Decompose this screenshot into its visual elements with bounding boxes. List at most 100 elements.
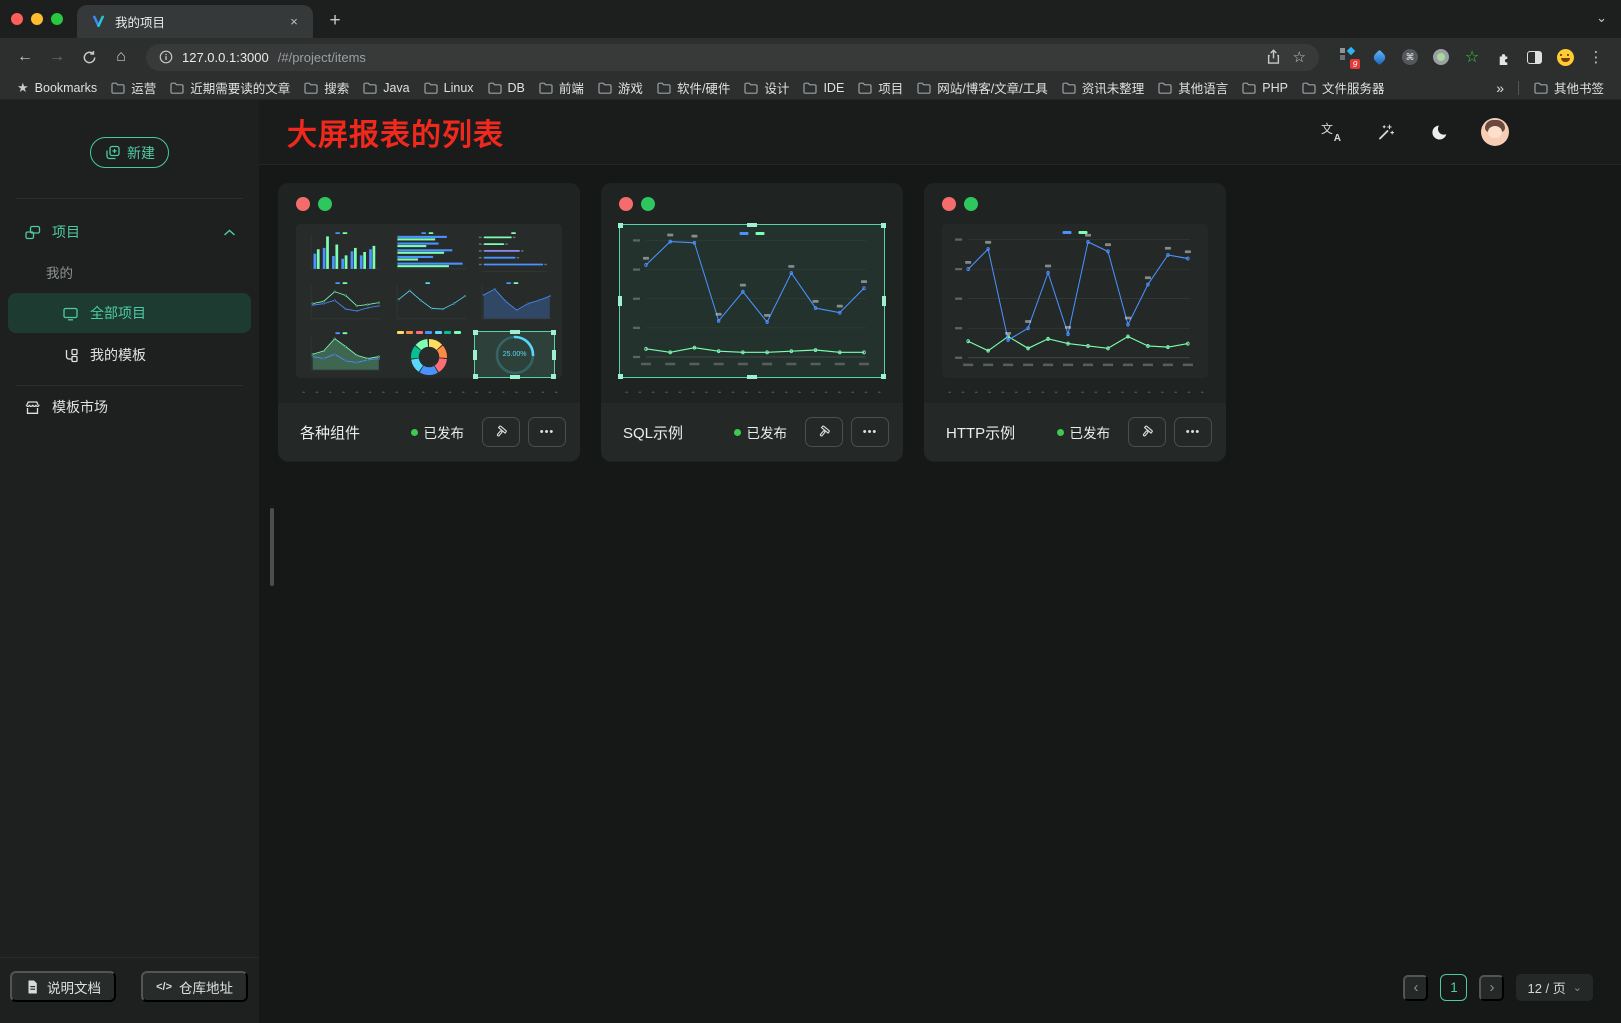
mini-line-chart bbox=[303, 281, 384, 326]
language-translate-icon[interactable]: 文A bbox=[1319, 120, 1343, 144]
prev-page-button[interactable]: ‹ bbox=[1403, 975, 1428, 1001]
add-new-icon bbox=[104, 144, 121, 161]
other-bookmarks-folder[interactable]: 其他书签 bbox=[1527, 76, 1611, 99]
ellipsis-icon: ••• bbox=[540, 426, 555, 438]
forward-icon[interactable]: → bbox=[44, 44, 70, 70]
hammer-icon bbox=[1139, 424, 1155, 440]
tab-close-icon[interactable]: × bbox=[285, 13, 303, 31]
browser-tab[interactable]: 我的项目 × bbox=[77, 5, 313, 38]
new-project-button[interactable]: 新建 bbox=[90, 137, 169, 168]
bookmarks-divider bbox=[1518, 81, 1519, 95]
bookmark-folder[interactable]: IDE bbox=[796, 79, 851, 97]
project-card[interactable]: HTTP示例 已发布 ••• bbox=[924, 183, 1226, 462]
edit-workbench-button[interactable] bbox=[482, 417, 520, 447]
docs-button[interactable]: 说明文档 bbox=[10, 971, 116, 1002]
project-card[interactable]: 25.00% 各种组件 已发布 ••• bbox=[278, 183, 580, 462]
bookmark-folder-label: PHP bbox=[1262, 81, 1288, 95]
extension-command-icon[interactable]: ⌘ bbox=[1401, 48, 1419, 66]
mini-bar-chart bbox=[303, 231, 384, 276]
side-panel-icon[interactable] bbox=[1525, 48, 1543, 66]
bookmark-folder[interactable]: 前端 bbox=[532, 76, 591, 99]
chevron-up-icon[interactable] bbox=[224, 229, 235, 236]
project-thumbnail[interactable] bbox=[619, 224, 885, 378]
sidebar-group-project[interactable]: 项目 bbox=[8, 211, 251, 253]
extension-star-icon[interactable]: ☆ bbox=[1463, 48, 1481, 66]
zoom-window-button[interactable] bbox=[51, 13, 63, 25]
bookmarks-overflow-chevron[interactable]: » bbox=[1490, 80, 1510, 96]
mini-area-chart bbox=[474, 281, 555, 326]
profile-avatar-icon[interactable] bbox=[1556, 48, 1574, 66]
ellipsis-icon: ••• bbox=[863, 426, 878, 438]
bookmark-folder[interactable]: 设计 bbox=[737, 76, 796, 99]
magic-wand-icon[interactable] bbox=[1373, 120, 1397, 144]
bookmark-page-star-icon[interactable]: ☆ bbox=[1293, 48, 1306, 66]
bookmark-folder-label: 其他语言 bbox=[1178, 78, 1228, 97]
bookmark-folder[interactable]: 游戏 bbox=[591, 76, 650, 99]
folder-icon bbox=[363, 82, 377, 94]
bookmark-folder-label: 游戏 bbox=[618, 78, 643, 97]
new-tab-button[interactable]: + bbox=[321, 7, 349, 35]
document-icon bbox=[25, 979, 40, 995]
status-label: 已发布 bbox=[1070, 422, 1111, 442]
edit-workbench-button[interactable] bbox=[805, 417, 843, 447]
project-thumbnail[interactable] bbox=[942, 224, 1208, 378]
bookmark-folder[interactable]: 近期需要读的文章 bbox=[163, 76, 297, 99]
tab-title: 我的项目 bbox=[115, 12, 276, 31]
folder-icon bbox=[111, 82, 125, 94]
extensions-puzzle-icon[interactable] bbox=[1494, 48, 1512, 66]
bookmark-folder[interactable]: 项目 bbox=[851, 76, 910, 99]
more-actions-button[interactable]: ••• bbox=[851, 417, 889, 447]
bookmark-folder[interactable]: DB bbox=[481, 79, 532, 97]
share-icon[interactable] bbox=[1266, 49, 1281, 65]
current-page-button[interactable]: 1 bbox=[1440, 974, 1467, 1001]
bookmark-folder[interactable]: 文件服务器 bbox=[1295, 76, 1392, 99]
repo-button[interactable]: </> 仓库地址 bbox=[141, 971, 248, 1002]
card-window-dots bbox=[619, 197, 885, 211]
bookmark-folder-label: 资讯未整理 bbox=[1082, 78, 1145, 97]
project-card[interactable]: SQL示例 已发布 ••• bbox=[601, 183, 903, 462]
address-bar[interactable]: 127.0.0.1:3000/#/project/items ☆ bbox=[146, 44, 1319, 71]
extension-kite-icon[interactable] bbox=[1370, 48, 1388, 66]
folder-icon bbox=[1534, 82, 1548, 94]
user-avatar[interactable] bbox=[1481, 118, 1509, 146]
mini-donut-chart bbox=[389, 331, 470, 378]
page-size-select[interactable]: 12 / 页 ⌄ bbox=[1516, 974, 1593, 1001]
home-icon[interactable]: ⌂ bbox=[108, 44, 134, 70]
minimize-window-button[interactable] bbox=[31, 13, 43, 25]
sidebar-item-template-market[interactable]: 模板市场 bbox=[8, 386, 251, 428]
pagination: ‹ 1 › 12 / 页 ⌄ bbox=[1403, 974, 1593, 1001]
project-thumbnail[interactable]: 25.00% bbox=[296, 224, 562, 378]
dark-mode-moon-icon[interactable] bbox=[1427, 120, 1451, 144]
next-page-button[interactable]: › bbox=[1479, 975, 1504, 1001]
more-actions-button[interactable]: ••• bbox=[528, 417, 566, 447]
bookmark-folder[interactable]: PHP bbox=[1235, 79, 1295, 97]
bookmark-folder-label: 文件服务器 bbox=[1322, 78, 1385, 97]
back-icon[interactable]: ← bbox=[12, 44, 38, 70]
browser-menu-kebab-icon[interactable]: ⋮ bbox=[1587, 48, 1605, 66]
bookmark-folder[interactable]: 网站/博客/文章/工具 bbox=[910, 76, 1054, 99]
site-info-icon[interactable] bbox=[159, 50, 173, 64]
reload-icon[interactable] bbox=[76, 44, 102, 70]
sidebar-item-all-projects[interactable]: 全部项目 bbox=[8, 293, 251, 333]
edit-workbench-button[interactable] bbox=[1128, 417, 1166, 447]
bookmark-folder[interactable]: 软件/硬件 bbox=[650, 76, 737, 99]
main-content: 大屏报表的列表 文A bbox=[259, 100, 1621, 1023]
close-window-button[interactable] bbox=[11, 13, 23, 25]
tab-search-chevron-icon[interactable]: ⌄ bbox=[1596, 10, 1607, 26]
mini-lollipop-chart bbox=[474, 231, 555, 276]
bookmarks-root[interactable]: ★ Bookmarks bbox=[10, 78, 104, 98]
folder-icon bbox=[1062, 82, 1076, 94]
folder-icon bbox=[917, 82, 931, 94]
bookmark-folder[interactable]: 运营 bbox=[104, 76, 163, 99]
sidebar-item-my-templates[interactable]: 我的模板 bbox=[8, 335, 251, 375]
bookmark-folder[interactable]: 其他语言 bbox=[1151, 76, 1235, 99]
extension-grid-icon[interactable]: 9 bbox=[1339, 48, 1357, 66]
bookmark-folder[interactable]: Java bbox=[356, 79, 416, 97]
dotted-separator bbox=[619, 390, 885, 393]
more-actions-button[interactable]: ••• bbox=[1174, 417, 1212, 447]
extension-green-dot-icon[interactable] bbox=[1432, 48, 1450, 66]
bookmark-folder[interactable]: 资讯未整理 bbox=[1055, 76, 1152, 99]
bookmark-folder[interactable]: 搜索 bbox=[297, 76, 356, 99]
content-scrollbar-thumb[interactable] bbox=[270, 508, 274, 586]
bookmark-folder[interactable]: Linux bbox=[417, 79, 481, 97]
